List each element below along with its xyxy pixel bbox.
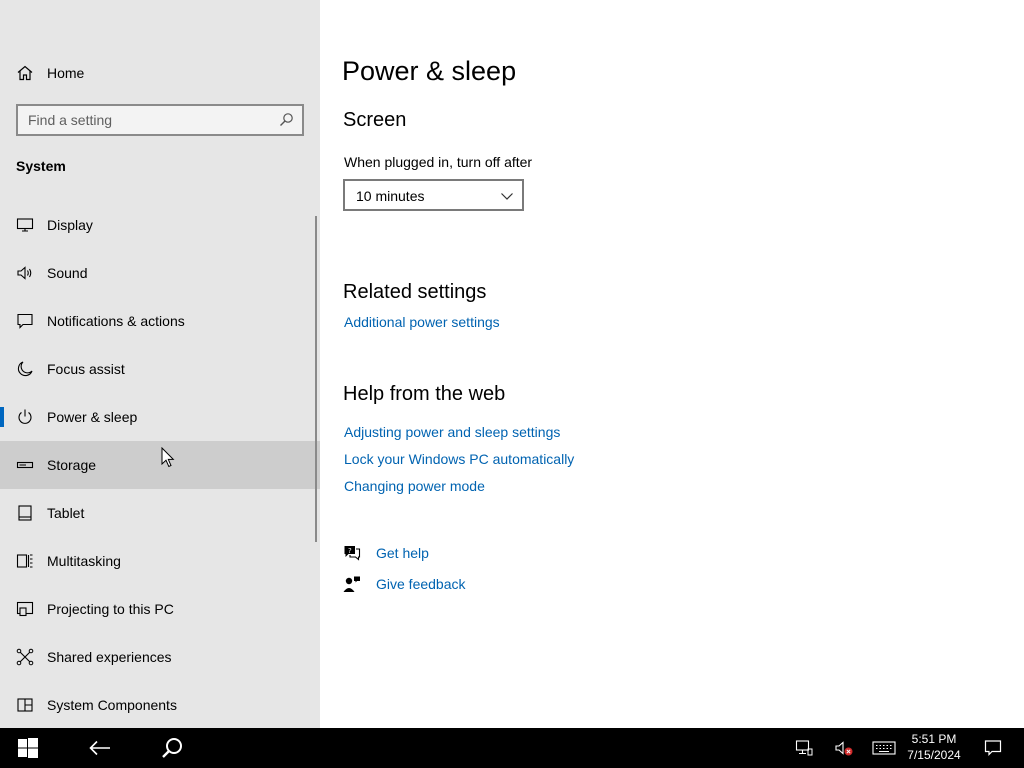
sidebar-item-notifications[interactable]: Notifications & actions: [0, 297, 316, 345]
screen-heading: Screen: [343, 109, 407, 131]
touch-keyboard-button[interactable]: [868, 728, 900, 768]
moon-icon: [16, 360, 34, 378]
sidebar-item-projecting[interactable]: Projecting to this PC: [0, 585, 316, 633]
sidebar-item-label: Tablet: [47, 505, 85, 521]
give-feedback-link[interactable]: Give feedback: [376, 576, 466, 592]
monitor-icon: [16, 216, 34, 234]
components-icon: [16, 696, 34, 714]
changing-power-mode-link[interactable]: Changing power mode: [344, 478, 485, 494]
dropdown-value: 10 minutes: [356, 188, 425, 204]
search-icon: [161, 737, 183, 759]
page-title: Power & sleep: [342, 56, 517, 86]
sidebar-item-shared-experiences[interactable]: Shared experiences: [0, 633, 316, 681]
sidebar-item-system-components[interactable]: System Components: [0, 681, 316, 729]
sidebar-item-label: Storage: [47, 457, 97, 473]
speaker-icon: [16, 264, 34, 282]
sidebar-scrollbar[interactable]: [315, 216, 317, 542]
plugged-in-label: When plugged in, turn off after: [344, 154, 533, 170]
volume-muted-icon: [834, 739, 854, 757]
sidebar-item-label: Multitasking: [47, 553, 121, 569]
related-settings-heading: Related settings: [343, 281, 487, 303]
sidebar-item-sound[interactable]: Sound: [0, 249, 316, 297]
sidebar-item-label: Power & sleep: [47, 409, 138, 425]
projecting-icon: [16, 600, 34, 618]
sidebar-item-display[interactable]: Display: [0, 201, 316, 249]
sidebar-item-label: Focus assist: [47, 361, 125, 377]
volume-tray-button[interactable]: [830, 728, 858, 768]
sidebar-item-label: Notifications & actions: [47, 313, 185, 329]
search-input[interactable]: [18, 106, 268, 134]
power-icon: [16, 408, 34, 426]
home-label: Home: [47, 65, 85, 81]
sidebar-item-storage[interactable]: Storage: [0, 441, 320, 489]
tablet-icon: [16, 504, 34, 522]
action-center-button[interactable]: [978, 728, 1008, 768]
get-help-icon: ?: [343, 544, 361, 562]
section-title-system: System: [16, 158, 66, 174]
network-tray-button[interactable]: [790, 728, 818, 768]
help-from-web-heading: Help from the web: [343, 383, 506, 405]
chevron-down-icon: [500, 189, 514, 203]
taskbar-search-button[interactable]: [148, 728, 196, 768]
storage-drive-icon: [16, 456, 34, 474]
sidebar-item-tablet[interactable]: Tablet: [0, 489, 316, 537]
search-icon[interactable]: [278, 112, 294, 128]
sidebar-item-label: Display: [47, 217, 93, 233]
selected-indicator: [0, 407, 4, 427]
sidebar-item-label: System Components: [47, 697, 177, 713]
adjusting-power-sleep-link[interactable]: Adjusting power and sleep settings: [344, 424, 560, 440]
start-button[interactable]: [0, 728, 56, 768]
windows-logo-icon: [17, 737, 39, 759]
back-button[interactable]: [76, 728, 124, 768]
screen-timeout-dropdown[interactable]: 10 minutes: [343, 179, 524, 211]
get-help-link[interactable]: Get help: [376, 545, 429, 561]
sidebar-item-label: Shared experiences: [47, 649, 172, 665]
taskbar-clock[interactable]: 5:51 PM 7/15/2024: [904, 731, 964, 763]
home-nav-item[interactable]: Home: [0, 50, 320, 96]
clock-date: 7/15/2024: [907, 748, 961, 762]
settings-sidebar: Home System Display Sound Notifications …: [0, 0, 320, 728]
multitasking-icon: [16, 552, 34, 570]
sidebar-item-label: Sound: [47, 265, 88, 281]
give-feedback-icon: [343, 575, 361, 593]
back-arrow-icon: [89, 740, 111, 756]
network-icon: [795, 739, 813, 757]
mouse-cursor-icon: [161, 447, 175, 469]
sidebar-item-focus-assist[interactable]: Focus assist: [0, 345, 316, 393]
notifications-icon: [984, 739, 1002, 757]
sidebar-item-label: Projecting to this PC: [47, 601, 174, 617]
lock-windows-pc-link[interactable]: Lock your Windows PC automatically: [344, 451, 574, 467]
home-icon: [16, 64, 34, 82]
find-setting-search-box[interactable]: [16, 104, 304, 136]
shared-experiences-icon: [16, 648, 34, 666]
svg-text:?: ?: [348, 547, 352, 555]
sidebar-item-power-sleep[interactable]: Power & sleep: [0, 393, 316, 441]
clock-time: 5:51 PM: [911, 732, 957, 746]
keyboard-icon: [872, 740, 896, 756]
sidebar-item-multitasking[interactable]: Multitasking: [0, 537, 316, 585]
message-icon: [16, 312, 34, 330]
additional-power-settings-link[interactable]: Additional power settings: [344, 314, 500, 330]
taskbar: 5:51 PM 7/15/2024: [0, 728, 1024, 768]
